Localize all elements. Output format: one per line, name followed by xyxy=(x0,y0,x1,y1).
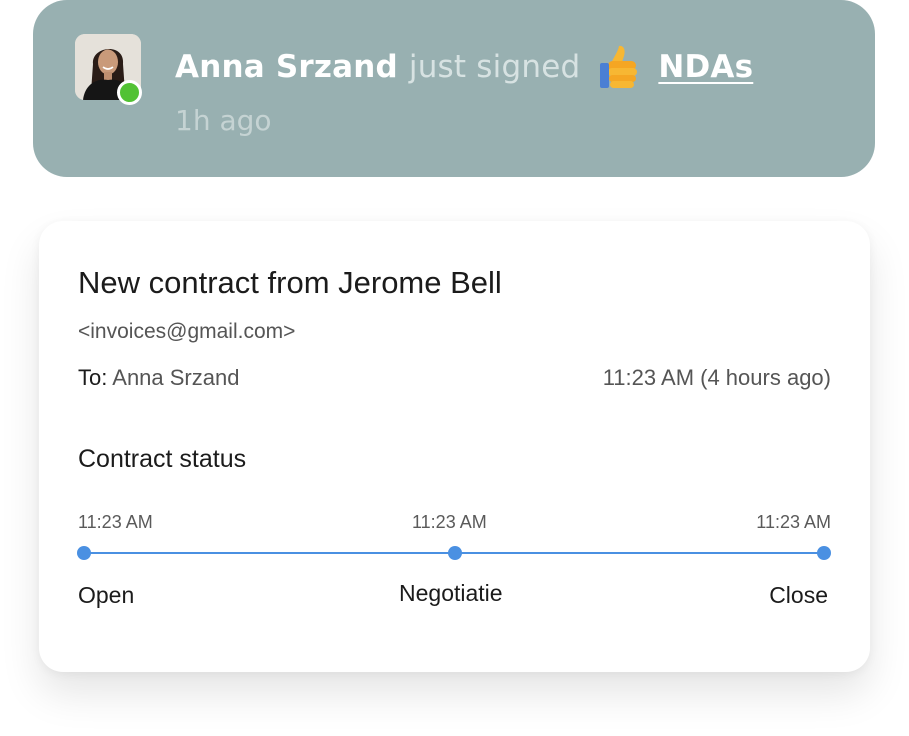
stage-node-open xyxy=(77,546,91,560)
page: Anna Srzand just signed NDAs 1h ago New … xyxy=(0,0,909,736)
stage-node-close xyxy=(817,546,831,560)
stage-label-open: Open xyxy=(78,582,135,608)
stage-time-close: 11:23 AM xyxy=(756,512,831,532)
notification-action-text: just signed xyxy=(408,49,581,85)
status-heading: Contract status xyxy=(78,445,247,473)
stage-label-close: Close xyxy=(769,582,828,608)
online-status-dot xyxy=(117,80,142,105)
recipient-line: To: Anna Srzand xyxy=(78,365,239,391)
contract-card[interactable]: New contract from Jerome Bell <invoices@… xyxy=(39,221,870,672)
sent-time: 11:23 AM (4 hours ago) xyxy=(602,365,831,390)
notification-user-name: Anna Srzand xyxy=(175,49,398,85)
notification-message: Anna Srzand just signed NDAs xyxy=(175,44,753,90)
stage-label-negotiation: Negotiatie xyxy=(399,580,503,606)
to-label: To: xyxy=(78,365,108,390)
stage-node-negotiation xyxy=(448,546,462,560)
thumbs-up-icon xyxy=(598,44,642,90)
sender-email: <invoices@gmail.com> xyxy=(78,320,296,343)
notification-time: 1h ago xyxy=(175,104,272,137)
signed-notification[interactable]: Anna Srzand just signed NDAs 1h ago xyxy=(33,0,875,177)
contract-title: New contract from Jerome Bell xyxy=(78,265,502,300)
stage-time-negotiation: 11:23 AM xyxy=(412,512,487,532)
ndas-link[interactable]: NDAs xyxy=(658,49,753,85)
recipient-name: Anna Srzand xyxy=(112,365,240,390)
stage-time-open: 11:23 AM xyxy=(78,512,153,532)
